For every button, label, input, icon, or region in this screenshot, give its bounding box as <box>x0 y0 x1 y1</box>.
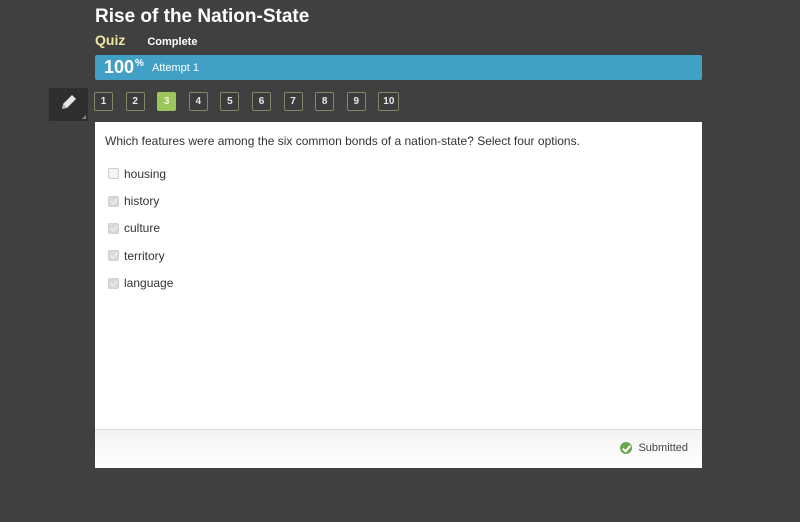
score-value: 100% <box>104 57 144 78</box>
answer-option: culture <box>108 215 173 242</box>
submitted-label: Submitted <box>638 442 688 454</box>
subheader: Quiz Complete <box>95 32 197 48</box>
pencil-icon <box>59 92 79 117</box>
question-nav-button-10[interactable]: 10 <box>378 92 400 111</box>
question-nav-button-7[interactable]: 7 <box>283 92 303 111</box>
question-nav-button-8[interactable]: 8 <box>315 92 335 111</box>
answer-option: history <box>108 187 173 214</box>
option-label: culture <box>124 221 161 236</box>
option-checkbox[interactable] <box>108 277 119 289</box>
answer-option: territory <box>108 242 173 269</box>
score-bar: 100% Attempt 1 <box>95 55 702 80</box>
attempt-label: Attempt 1 <box>151 61 200 74</box>
option-checkbox[interactable] <box>108 250 119 262</box>
answer-option: housing <box>108 160 173 187</box>
question-navigation: 1 2 3 4 5 6 7 8 9 10 <box>94 92 412 111</box>
resize-corner <box>82 115 86 119</box>
score-number: 100 <box>104 57 135 77</box>
score-unit: % <box>135 58 144 69</box>
option-label: history <box>124 194 160 209</box>
option-label: language <box>124 276 174 291</box>
question-panel: Which features were among the six common… <box>95 122 702 468</box>
question-nav-button-4[interactable]: 4 <box>188 92 208 111</box>
submission-status: Submitted <box>620 442 688 454</box>
option-checkbox[interactable] <box>108 222 119 234</box>
question-nav-button-1[interactable]: 1 <box>94 92 113 111</box>
page-title: Rise of the Nation-State <box>95 6 310 27</box>
answer-option: language <box>108 270 173 297</box>
question-nav-button-2[interactable]: 2 <box>125 92 145 111</box>
option-label: territory <box>124 248 165 263</box>
question-nav-button-5[interactable]: 5 <box>220 92 240 111</box>
question-nav-button-9[interactable]: 9 <box>346 92 366 111</box>
option-label: housing <box>124 166 167 181</box>
notes-button[interactable] <box>49 88 88 121</box>
option-checkbox[interactable] <box>108 168 119 180</box>
panel-footer: Submitted <box>95 429 702 468</box>
activity-type-label: Quiz <box>95 32 126 48</box>
completion-status: Complete <box>147 36 198 48</box>
option-checkbox[interactable] <box>108 195 119 207</box>
check-circle-icon <box>620 442 633 454</box>
question-nav-button-3[interactable]: 3 <box>157 92 177 111</box>
question-nav-button-6[interactable]: 6 <box>251 92 271 111</box>
answer-options: housing history culture territory language <box>108 160 173 297</box>
question-prompt: Which features were among the six common… <box>105 134 580 148</box>
